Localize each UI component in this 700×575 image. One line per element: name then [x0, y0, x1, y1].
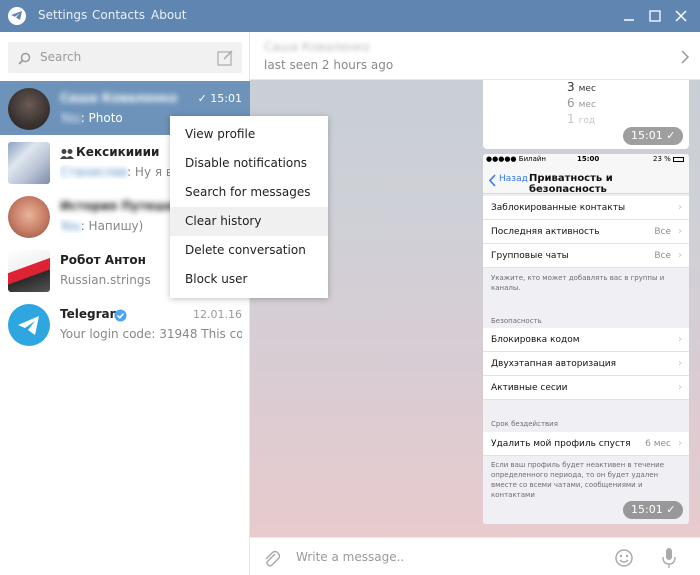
avatar: [8, 250, 50, 292]
menu-search-messages[interactable]: Search for messages: [170, 178, 328, 207]
image-message[interactable]: ●●●●● Билайн 15:00 23 % Назад Приватност…: [483, 154, 689, 524]
minimize-icon[interactable]: [622, 8, 636, 22]
ios-back: Назад: [499, 174, 528, 184]
peer-status: last seen 2 hours ago: [264, 58, 394, 72]
ios-footer: Укажите, кто может добавлять вас в групп…: [491, 274, 665, 292]
menu-settings[interactable]: Settings: [38, 8, 87, 22]
chat-list-sidebar: Search Саша Коваленко ✓ 15:01 You: Photo…: [0, 32, 250, 575]
attach-icon[interactable]: [262, 548, 281, 572]
chat-preview: Your login code: 31948 This code ...: [60, 327, 242, 341]
ios-cell: Удалить мой профиль спустя 6 мес ›: [483, 432, 689, 456]
avatar: [8, 142, 50, 184]
picker-row: 6 мес: [567, 96, 596, 110]
compose-icon[interactable]: [217, 49, 234, 70]
chevron-right-icon[interactable]: [680, 49, 690, 69]
chat-name: Telegram: [60, 307, 123, 321]
chat-time: ✓ 15:01: [197, 92, 242, 105]
group-icon: [60, 145, 74, 164]
menu-view-profile[interactable]: View profile: [170, 120, 328, 149]
close-icon[interactable]: [674, 8, 688, 22]
ios-cell: Двухэтапная авторизация ›: [483, 352, 689, 376]
ios-section-header: Безопасность: [491, 317, 542, 325]
avatar: [8, 196, 50, 238]
search-icon: [18, 50, 31, 69]
message-time: 15:01 ✓: [623, 501, 684, 519]
menu-contacts[interactable]: Contacts: [92, 8, 145, 22]
ios-section-header: Срок бездействия: [491, 420, 558, 428]
chat-name: Робот Антон: [60, 253, 146, 267]
picker-row: 1 год: [567, 112, 596, 126]
chat-time: 12.01.16: [193, 308, 242, 321]
chat-header[interactable]: Саша Коваленко last seen 2 hours ago: [250, 32, 700, 80]
menu-delete-conversation[interactable]: Delete conversation: [170, 236, 328, 265]
ios-cell: Заблокированные контакты ›: [483, 196, 689, 220]
search-input[interactable]: Search: [8, 42, 242, 73]
menu-disable-notifications[interactable]: Disable notifications: [170, 149, 328, 178]
menu-block-user[interactable]: Block user: [170, 265, 328, 294]
ios-cell: Активные сесии ›: [483, 376, 689, 400]
emoji-icon[interactable]: [614, 548, 634, 572]
menu-about[interactable]: About: [151, 8, 186, 22]
verified-badge-icon: [114, 307, 127, 326]
telegram-avatar-icon: [8, 304, 50, 346]
maximize-icon[interactable]: [648, 8, 662, 22]
chat-name: Саша Коваленко: [60, 91, 178, 105]
ios-title: Приватность и безопасность: [529, 173, 613, 195]
ios-status-bar: ●●●●● Билайн 15:00 23 %: [483, 154, 689, 166]
message-composer: Write a message..: [250, 537, 700, 575]
peer-name: Саша Коваленко: [264, 40, 370, 54]
search-placeholder: Search: [40, 50, 82, 64]
avatar: [8, 88, 50, 130]
menu-clear-history[interactable]: Clear history: [170, 207, 328, 236]
ios-footer: Если ваш профиль будет неактивен в течен…: [491, 461, 665, 499]
telegram-logo-icon: [8, 7, 26, 25]
message-time: 15:01 ✓: [623, 127, 684, 145]
ios-cell: Блокировка кодом ›: [483, 328, 689, 352]
picker-row: 3 мес: [567, 80, 596, 94]
ios-cell: Групповые чаты Все ›: [483, 244, 689, 268]
ios-nav-bar: Назад Приватность и безопасность: [483, 166, 689, 195]
image-message[interactable]: 3 мес 6 мес 1 год 15:01 ✓: [483, 80, 689, 149]
context-menu: View profile Disable notifications Searc…: [170, 116, 328, 298]
ios-cell: Последняя активность Все ›: [483, 220, 689, 244]
microphone-icon[interactable]: [662, 547, 676, 573]
chat-item[interactable]: Telegram 12.01.16 Your login code: 31948…: [0, 297, 250, 351]
chat-name: Кексикииии: [76, 145, 160, 159]
chevron-left-icon: [488, 172, 496, 191]
message-input[interactable]: Write a message..: [296, 550, 404, 564]
title-bar: Settings Contacts About: [0, 0, 700, 32]
